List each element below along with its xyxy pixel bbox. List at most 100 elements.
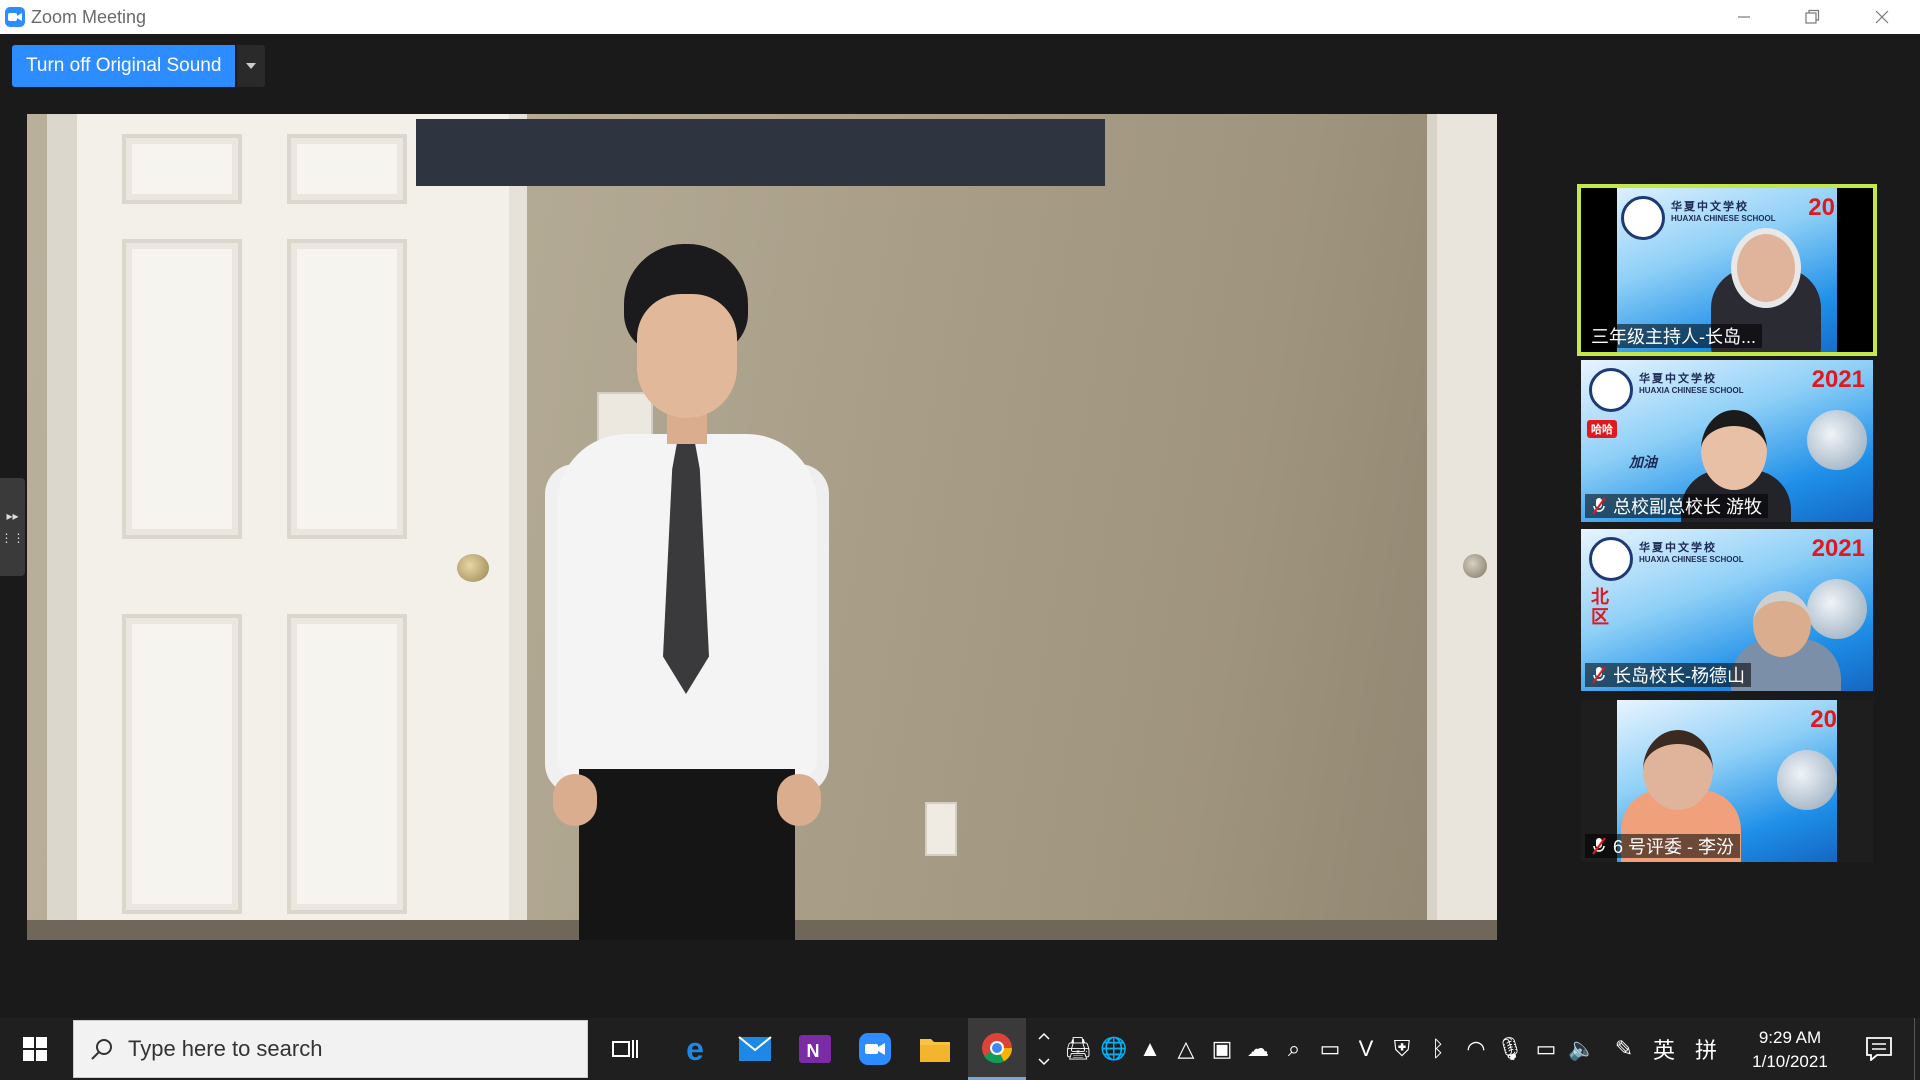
taskbar-search-box[interactable]: Type here to search: [73, 1020, 588, 1078]
participant-name: 三年级主持人-长岛...: [1591, 327, 1756, 347]
gallery-tile-vice-principal[interactable]: 华夏中文学校 HUAXIA CHINESE SCHOOL 2021 哈哈 加油 …: [1581, 360, 1873, 522]
tray-gdrive-icon[interactable]: △: [1170, 1018, 1202, 1080]
banner-year: 20: [1808, 194, 1835, 221]
search-icon: [91, 1039, 112, 1060]
restore-button[interactable]: [1778, 0, 1846, 34]
school-name-cn: 华夏中文学校: [1671, 201, 1749, 213]
tray-app-v-icon[interactable]: V: [1350, 1018, 1382, 1080]
clock-time: 9:29 AM: [1758, 1028, 1822, 1047]
tray-display-icon[interactable]: ▭: [1314, 1018, 1346, 1080]
close-button[interactable]: [1848, 0, 1916, 34]
task-view-button[interactable]: [596, 1018, 654, 1080]
muted-mic-icon: [1592, 666, 1606, 684]
gallery-tile-host[interactable]: 华夏中文学校 HUAXIA CHINESE SCHOOL 20 三年级主持人-长…: [1577, 184, 1877, 356]
zoom-app-icon: [859, 1033, 891, 1065]
muted-mic-icon: [1592, 837, 1606, 855]
main-speaker-video[interactable]: [27, 114, 1497, 940]
original-sound-button[interactable]: Turn off Original Sound: [12, 45, 236, 87]
original-sound-dropdown-button[interactable]: [237, 45, 266, 87]
tray-microphone-icon[interactable]: 🎙: [1494, 1018, 1526, 1080]
chrome-icon: [982, 1032, 1013, 1063]
gallery-toggle-handle[interactable]: ▸▸ ⋮⋮: [0, 478, 25, 576]
right-door-knob: [1463, 554, 1487, 578]
ime-language-indicator[interactable]: 英: [1648, 1018, 1680, 1080]
tray-app-1-icon[interactable]: 🖨: [1062, 1018, 1094, 1080]
banner-year: 2021: [1811, 535, 1865, 562]
edge-browser-icon: e: [686, 1033, 704, 1065]
tray-drive-icon[interactable]: ▲: [1134, 1018, 1166, 1080]
school-logo-icon: [1621, 196, 1665, 240]
participant-name-label: 长岛校长-杨德山: [1585, 663, 1751, 687]
tray-wifi-icon[interactable]: ◠: [1460, 1018, 1492, 1080]
microphone-graphic-icon: [1777, 750, 1837, 810]
task-view-icon: [612, 1040, 638, 1058]
microphone-graphic-icon: [1807, 410, 1867, 470]
participant-head: [1731, 228, 1801, 308]
show-desktop-button[interactable]: [1914, 1018, 1920, 1080]
door-knob: [457, 554, 489, 582]
school-name-en: HUAXIA CHINESE SCHOOL: [1639, 555, 1744, 564]
participant-name-label: 6 号评委 - 李汾: [1585, 834, 1741, 858]
windows-taskbar: Type here to search e N 🖨 🌐 ▲ △ ▣ ☁ ⌕ ▭ …: [0, 1018, 1920, 1080]
onenote-icon: N: [799, 1035, 831, 1063]
banner-year: 20: [1810, 706, 1837, 733]
minimize-button[interactable]: [1710, 0, 1778, 34]
school-name-en: HUAXIA CHINESE SCHOOL: [1639, 386, 1744, 395]
gallery-tile-principal[interactable]: 华夏中文学校 HUAXIA CHINESE SCHOOL 2021 北区 长岛校…: [1581, 529, 1873, 691]
participant-head: [1753, 591, 1811, 657]
tray-battery-icon[interactable]: ▭: [1530, 1018, 1562, 1080]
video-right-door: [1427, 114, 1497, 940]
search-placeholder: Type here to search: [128, 1036, 323, 1061]
chevron-up-down-icon: [1038, 1032, 1050, 1066]
folder-icon: [920, 1039, 950, 1062]
tray-volume-icon[interactable]: 🔈: [1566, 1018, 1598, 1080]
tray-search-app-icon[interactable]: ⌕: [1278, 1018, 1310, 1080]
participant-name-label: 总校副总校长 游牧: [1585, 494, 1769, 518]
tile-side-text: 北区: [1591, 587, 1609, 627]
school-logo-icon: [1589, 537, 1633, 581]
clock-date: 1/10/2021: [1752, 1052, 1828, 1071]
ime-mode-indicator[interactable]: 拼: [1690, 1018, 1722, 1080]
tray-pen-icon[interactable]: ✎: [1608, 1018, 1640, 1080]
gallery-tile-judge[interactable]: 20 6 号评委 - 李汾: [1581, 700, 1873, 862]
tray-zoom-icon[interactable]: ▣: [1206, 1018, 1238, 1080]
participant-head: [1701, 410, 1767, 490]
window-title: Zoom Meeting: [31, 6, 147, 27]
taskbar-file-explorer-button[interactable]: [906, 1018, 964, 1080]
taskbar-onenote-button[interactable]: N: [786, 1018, 844, 1080]
taskbar-clock[interactable]: 9:29 AM 1/10/2021: [1720, 1026, 1860, 1074]
tray-security-shield-icon[interactable]: ⛨: [1386, 1018, 1418, 1080]
restore-icon: [1805, 9, 1820, 24]
tray-globe-icon[interactable]: 🌐: [1098, 1018, 1130, 1080]
window-titlebar: Zoom Meeting: [0, 0, 1920, 34]
grid-dots-icon: ⋮⋮: [0, 531, 25, 545]
taskbar-mail-button[interactable]: [726, 1018, 784, 1080]
tray-onedrive-icon[interactable]: ☁: [1242, 1018, 1274, 1080]
notification-icon: [1866, 1037, 1892, 1061]
speaker-hand-right: [777, 774, 821, 826]
banner-year: 2021: [1811, 366, 1865, 393]
zoom-logo-icon: [5, 7, 25, 27]
taskbar-edge-button[interactable]: e: [666, 1018, 724, 1080]
speaker-hand-left: [553, 774, 597, 826]
video-door: [47, 114, 527, 940]
wall-outlet: [925, 802, 957, 856]
action-center-button[interactable]: [1854, 1018, 1904, 1080]
taskbar-chrome-button[interactable]: [968, 1018, 1026, 1080]
school-logo-icon: [1589, 368, 1633, 412]
reaction-badge: 哈哈: [1587, 420, 1617, 438]
redaction-bar: [416, 119, 1105, 186]
double-chevron-right-icon: ▸▸: [6, 509, 19, 523]
speaker-pants: [579, 769, 795, 940]
speaker-face: [637, 294, 737, 418]
participant-name: 长岛校长-杨德山: [1613, 666, 1745, 686]
taskbar-zoom-button[interactable]: [846, 1018, 904, 1080]
start-button[interactable]: [0, 1018, 70, 1080]
school-name-en: HUAXIA CHINESE SCHOOL: [1671, 214, 1776, 223]
participant-name: 6 号评委 - 李汾: [1613, 837, 1735, 857]
caret-down-icon: [246, 63, 257, 69]
tray-overflow-button[interactable]: [1030, 1018, 1058, 1080]
tray-bluetooth-icon[interactable]: ᛒ: [1422, 1018, 1454, 1080]
participant-name-label: 三年级主持人-长岛...: [1585, 324, 1762, 348]
muted-mic-icon: [1592, 497, 1606, 515]
